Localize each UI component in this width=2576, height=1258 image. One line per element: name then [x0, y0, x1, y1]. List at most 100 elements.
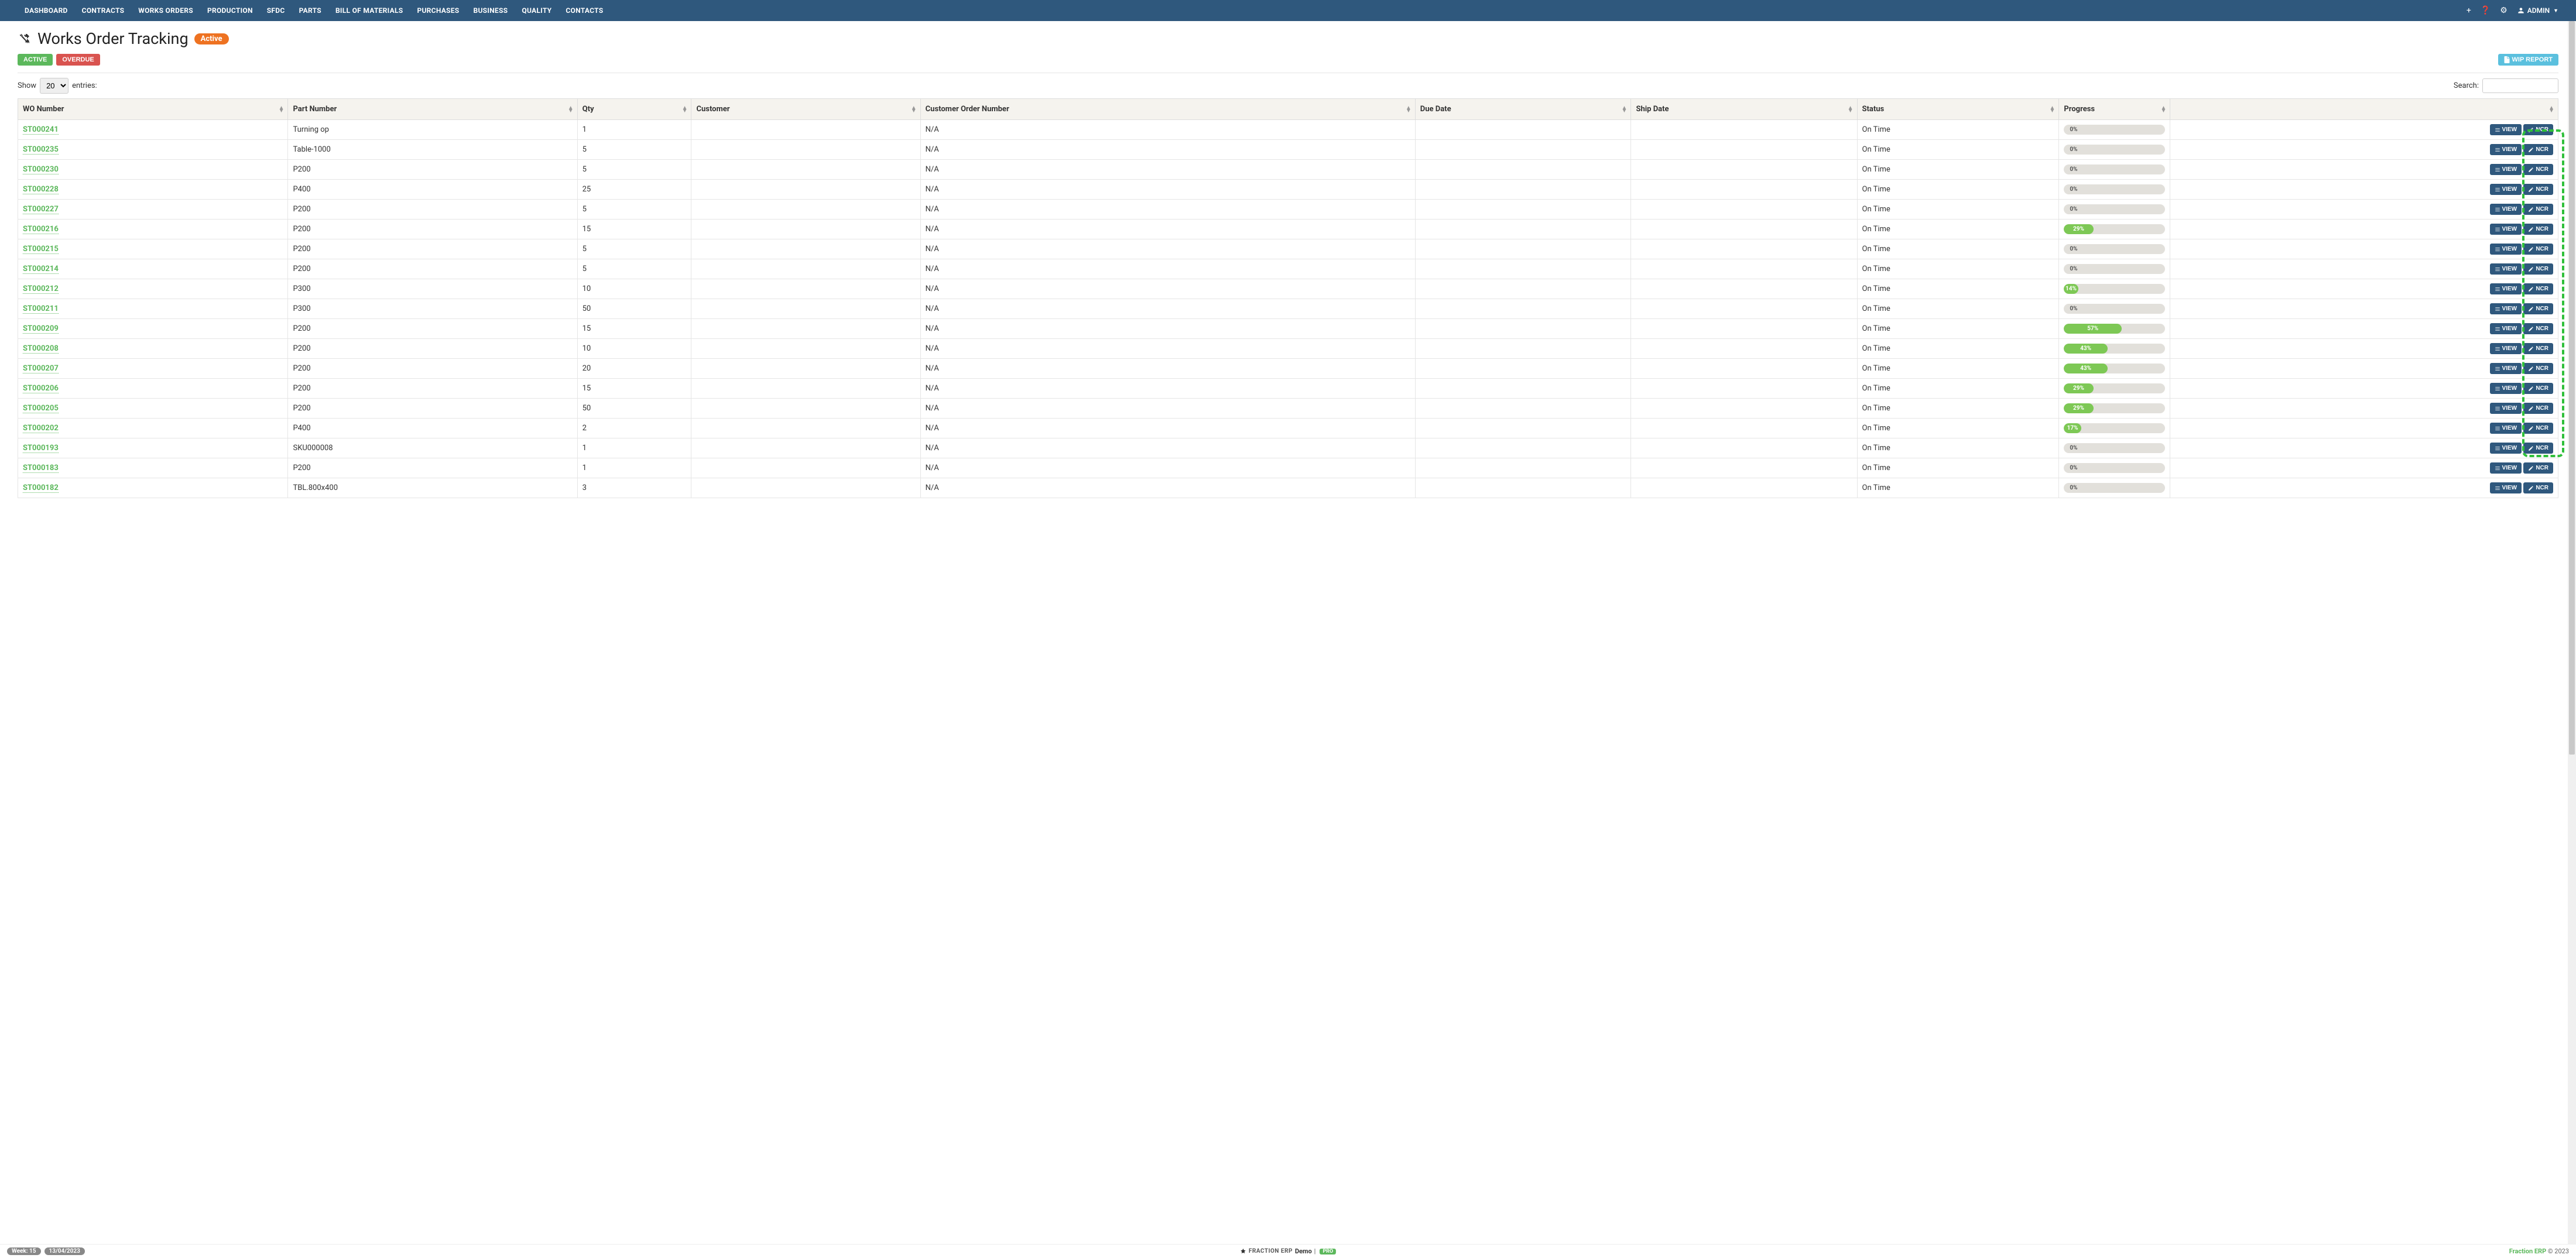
ncr-button[interactable]: NCR [2523, 383, 2553, 394]
col-header[interactable]: Ship Date▲▼ [1631, 99, 1857, 120]
wo-link[interactable]: ST000182 [23, 484, 59, 493]
ncr-button[interactable]: NCR [2523, 204, 2553, 215]
wo-link[interactable]: ST000207 [23, 364, 59, 373]
sort-icon[interactable]: ▲▼ [2160, 107, 2166, 112]
view-button[interactable]: VIEW [2490, 204, 2522, 215]
view-button[interactable]: VIEW [2490, 383, 2522, 394]
wo-link[interactable]: ST000212 [23, 284, 59, 294]
col-header[interactable]: Status▲▼ [1857, 99, 2059, 120]
wo-link[interactable]: ST000205 [23, 404, 59, 413]
ncr-button[interactable]: NCR [2523, 164, 2553, 175]
nav-item-sfdc[interactable]: SFDC [260, 1, 292, 20]
ncr-button[interactable]: NCR [2523, 363, 2553, 374]
ncr-button[interactable]: NCR [2523, 443, 2553, 454]
wo-link[interactable]: ST000208 [23, 344, 59, 354]
ncr-button[interactable]: NCR [2523, 423, 2553, 434]
view-button[interactable]: VIEW [2490, 323, 2522, 334]
wo-link[interactable]: ST000206 [23, 384, 59, 393]
col-header[interactable]: Customer Order Number▲▼ [920, 99, 1415, 120]
entries-select[interactable]: 20 [40, 78, 68, 94]
nav-item-contacts[interactable]: CONTACTS [559, 1, 610, 20]
wo-link[interactable]: ST000216 [23, 225, 59, 234]
wo-link[interactable]: ST000227 [23, 205, 59, 214]
ncr-button[interactable]: NCR [2523, 124, 2553, 135]
view-button[interactable]: VIEW [2490, 462, 2522, 474]
scrollbar[interactable] [2568, 21, 2576, 1244]
ncr-button[interactable]: NCR [2523, 303, 2553, 314]
wo-link[interactable]: ST000241 [23, 125, 59, 135]
nav-item-parts[interactable]: PARTS [292, 1, 328, 20]
wo-link[interactable]: ST000214 [23, 265, 59, 274]
col-header[interactable]: Progress▲▼ [2059, 99, 2170, 120]
ncr-button[interactable]: NCR [2523, 403, 2553, 414]
view-button[interactable]: VIEW [2490, 244, 2522, 255]
view-button[interactable]: VIEW [2490, 343, 2522, 354]
wo-link[interactable]: ST000202 [23, 424, 59, 433]
view-button[interactable]: VIEW [2490, 443, 2522, 454]
wo-link[interactable]: ST000193 [23, 444, 59, 453]
view-button[interactable]: VIEW [2490, 124, 2522, 135]
col-header[interactable]: Part Number▲▼ [288, 99, 577, 120]
wo-link[interactable]: ST000183 [23, 464, 59, 473]
nav-item-production[interactable]: PRODUCTION [200, 1, 260, 20]
sort-icon[interactable]: ▲▼ [911, 107, 917, 112]
nav-item-bill-of-materials[interactable]: BILL OF MATERIALS [328, 1, 410, 20]
ncr-button[interactable]: NCR [2523, 224, 2553, 235]
nav-item-purchases[interactable]: PURCHASES [410, 1, 466, 20]
ncr-button[interactable]: NCR [2523, 283, 2553, 294]
sort-icon[interactable]: ▲▼ [2548, 107, 2554, 112]
add-icon[interactable]: + [2467, 6, 2471, 15]
ncr-button[interactable]: NCR [2523, 144, 2553, 155]
view-button[interactable]: VIEW [2490, 283, 2522, 294]
wo-link[interactable]: ST000209 [23, 324, 59, 334]
ncr-button[interactable]: NCR [2523, 482, 2553, 493]
col-header[interactable]: ▲▼ [2170, 99, 2558, 120]
sort-icon[interactable]: ▲▼ [568, 107, 574, 112]
nav-item-quality[interactable]: QUALITY [515, 1, 559, 20]
gear-icon[interactable]: ⚙ [2500, 6, 2508, 15]
ncr-button[interactable]: NCR [2523, 323, 2553, 334]
sort-icon[interactable]: ▲▼ [1622, 107, 1628, 112]
active-button[interactable]: ACTIVE [18, 54, 53, 66]
view-button[interactable]: VIEW [2490, 423, 2522, 434]
view-button[interactable]: VIEW [2490, 482, 2522, 493]
ncr-button[interactable]: NCR [2523, 184, 2553, 195]
sort-icon[interactable]: ▲▼ [1848, 107, 1854, 112]
view-button[interactable]: VIEW [2490, 164, 2522, 175]
nav-item-business[interactable]: BUSINESS [467, 1, 515, 20]
search-input[interactable] [2482, 78, 2558, 93]
view-button[interactable]: VIEW [2490, 184, 2522, 195]
sort-icon[interactable]: ▲▼ [279, 107, 285, 112]
footer-link[interactable]: Fraction ERP [2509, 1247, 2546, 1255]
overdue-button[interactable]: OVERDUE [56, 54, 100, 66]
col-header[interactable]: Customer▲▼ [691, 99, 920, 120]
view-button[interactable]: VIEW [2490, 303, 2522, 314]
col-header[interactable]: Due Date▲▼ [1415, 99, 1631, 120]
ncr-button[interactable]: NCR [2523, 263, 2553, 275]
scrollbar-thumb[interactable] [2569, 21, 2575, 755]
wip-report-button[interactable]: WIP REPORT [2498, 54, 2558, 66]
wo-link[interactable]: ST000235 [23, 145, 59, 155]
view-button[interactable]: VIEW [2490, 403, 2522, 414]
ncr-button[interactable]: NCR [2523, 244, 2553, 255]
nav-item-works-orders[interactable]: WORKS ORDERS [131, 1, 200, 20]
ncr-button[interactable]: NCR [2523, 343, 2553, 354]
view-button[interactable]: VIEW [2490, 263, 2522, 275]
col-header[interactable]: WO Number▲▼ [18, 99, 288, 120]
sort-icon[interactable]: ▲▼ [2049, 107, 2055, 112]
wo-link[interactable]: ST000230 [23, 165, 59, 174]
sort-icon[interactable]: ▲▼ [682, 107, 688, 112]
sort-icon[interactable]: ▲▼ [1406, 107, 1412, 112]
view-button[interactable]: VIEW [2490, 144, 2522, 155]
ncr-button[interactable]: NCR [2523, 462, 2553, 474]
view-button[interactable]: VIEW [2490, 363, 2522, 374]
wo-link[interactable]: ST000215 [23, 245, 59, 254]
help-icon[interactable]: ❓ [2481, 6, 2491, 15]
user-menu[interactable]: ADMIN ▼ [2517, 6, 2558, 15]
view-button[interactable]: VIEW [2490, 224, 2522, 235]
nav-item-dashboard[interactable]: DASHBOARD [18, 1, 75, 20]
col-header[interactable]: Qty▲▼ [577, 99, 691, 120]
wo-link[interactable]: ST000211 [23, 304, 59, 314]
wo-link[interactable]: ST000228 [23, 185, 59, 194]
nav-item-contracts[interactable]: CONTRACTS [75, 1, 132, 20]
